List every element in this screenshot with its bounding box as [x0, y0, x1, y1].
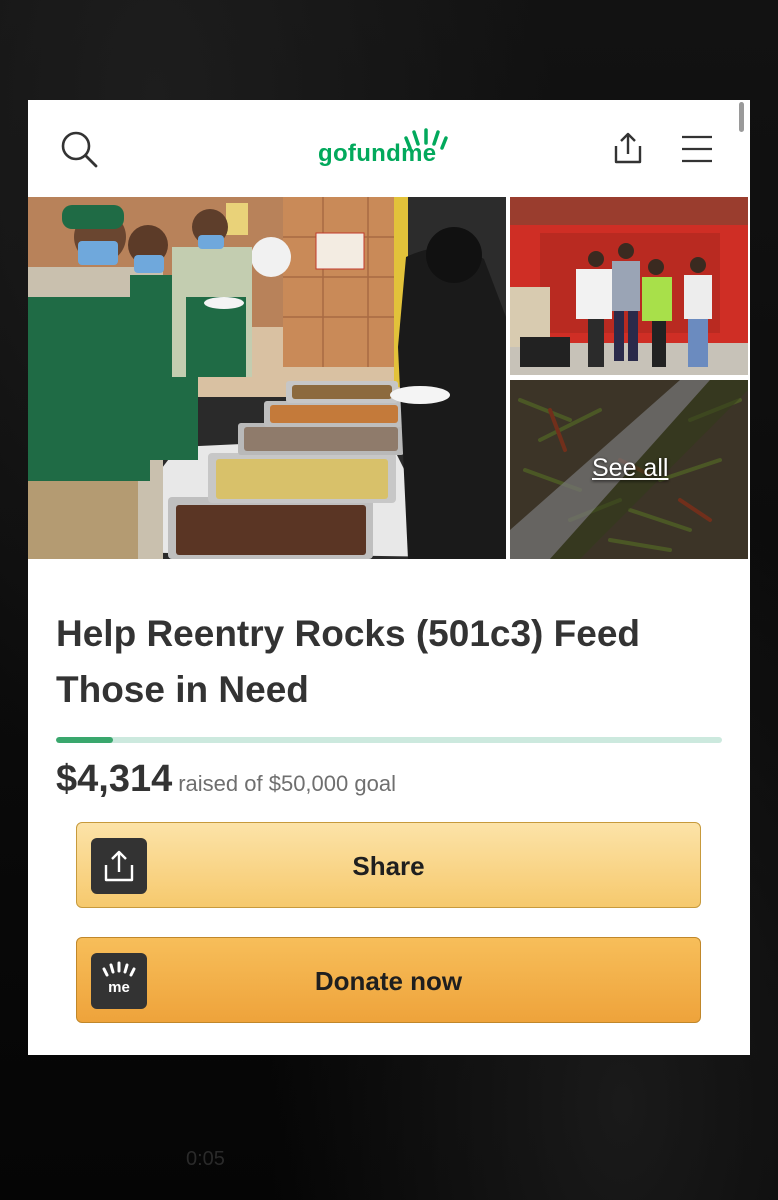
fundraising-progress-bar: [56, 737, 722, 743]
hamburger-menu-icon[interactable]: [678, 130, 718, 170]
campaign-main-photo[interactable]: [28, 197, 506, 559]
gofundme-logo[interactable]: gofundme: [318, 128, 458, 172]
video-timestamp: 0:05: [186, 1148, 225, 1170]
top-navigation-bar: gofundme: [28, 100, 750, 196]
amount-raised-row: $4,314 raised of $50,000 goal: [56, 758, 396, 801]
see-all-photos-tile[interactable]: See all: [510, 380, 748, 559]
donate-button-label: Donate now: [314, 966, 463, 996]
share-button[interactable]: Share: [76, 822, 701, 908]
share-upload-icon[interactable]: [608, 128, 648, 168]
campaign-photo-2[interactable]: [510, 197, 748, 375]
campaign-title: Help Reentry Rocks (501c3) Feed Those in…: [56, 613, 641, 710]
amount-raised: $4,314: [56, 758, 173, 800]
goal-text: raised of $50,000 goal: [178, 771, 396, 796]
donate-now-button[interactable]: me Donate now: [76, 937, 701, 1023]
logo-burst-icon: [404, 128, 448, 150]
campaign-card: gofundme See all Help Reentry Rocks (501…: [28, 100, 750, 1055]
share-button-label: Share: [352, 851, 425, 881]
progress-fill: [56, 737, 114, 743]
see-all-link[interactable]: See all: [592, 454, 668, 483]
search-icon[interactable]: [58, 128, 102, 172]
